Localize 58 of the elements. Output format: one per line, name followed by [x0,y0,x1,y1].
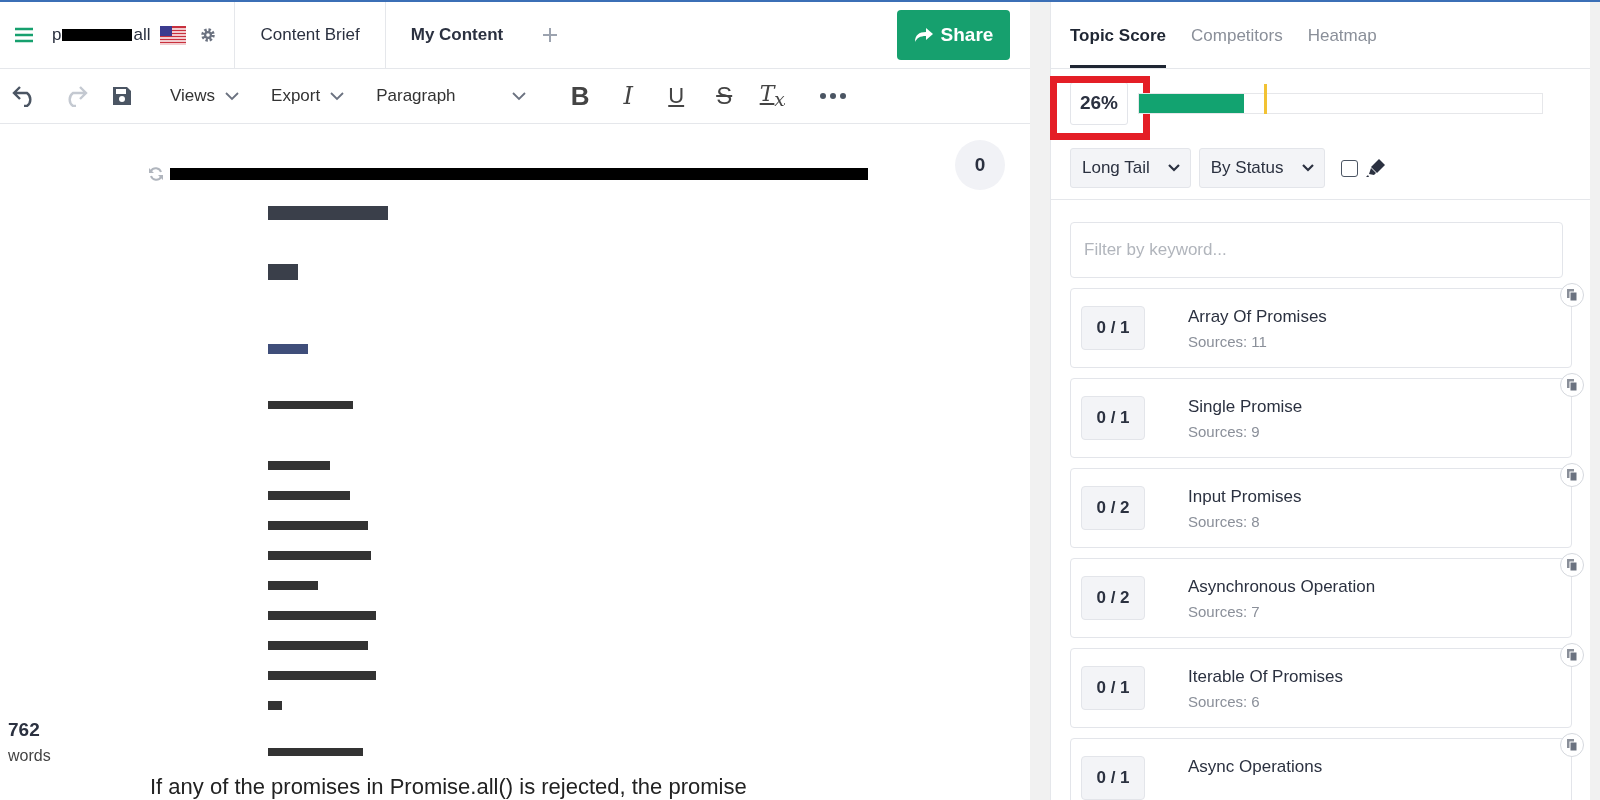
word-count: 762 [8,719,41,741]
keyword-sources: Sources: 8 [1188,513,1260,530]
redaction-bar [62,29,133,41]
add-tab-icon[interactable] [542,27,559,43]
keyword-sources: Sources: 9 [1188,423,1260,440]
underline-button[interactable]: U [652,76,701,116]
keyword-name: Single Promise [1188,397,1303,417]
copy-icon[interactable] [1560,553,1584,577]
chevron-icon [1301,164,1314,172]
document-name: all [133,25,151,45]
marker-icon[interactable] [1365,158,1386,178]
keyword-usage-count: 0 / 1 [1081,396,1145,440]
chevron-icon [512,91,527,101]
keyword-sources: Sources: 11 [1188,333,1267,350]
menu-icon[interactable] [14,27,34,43]
keyword-sources: Sources: 6 [1188,693,1260,710]
chevron-icon [225,91,240,101]
document-name: p [52,25,62,45]
keyword-name: Array Of Promises [1188,307,1327,327]
keyword-usage-count: 0 / 1 [1081,306,1145,350]
keyword-name: Iterable Of Promises [1188,667,1343,687]
editor-tab[interactable]: My Content [385,2,529,68]
chevron-icon [330,91,345,101]
block-format-dropdown[interactable]: Paragraph [376,86,527,106]
comment-count: 0 [955,140,1005,190]
more-icon[interactable] [820,93,847,99]
copy-icon[interactable] [1560,283,1584,307]
toolbar-menu[interactable]: Export [271,86,345,106]
keyword-name: Input Promises [1188,487,1302,507]
keyword-usage-count: 0 / 2 [1081,576,1145,620]
share-icon [913,27,934,43]
copy-icon[interactable] [1560,463,1584,487]
keyword-name: Asynchronous Operation [1188,577,1376,597]
highlight-checkbox[interactable] [1340,159,1358,177]
keyword-sources: Sources: 7 [1188,603,1260,620]
toolbar-menu[interactable]: Views [170,86,240,106]
copy-icon[interactable] [1560,643,1584,667]
settings-icon[interactable] [200,27,217,43]
word-count-label: words [8,747,51,765]
save-icon[interactable] [112,86,132,106]
filter-dropdown[interactable]: Long Tail [1070,148,1191,188]
bold-button[interactable]: B [556,76,605,116]
keyword-usage-count: 0 / 1 [1081,666,1145,710]
filter-dropdown[interactable]: By Status [1198,148,1325,188]
copy-icon[interactable] [1560,373,1584,397]
flag-icon [160,25,187,45]
strike-button[interactable]: S [700,76,749,116]
editor-tab[interactable]: Content Brief [235,2,385,68]
clear-button[interactable]: T$_{x}$ [748,76,797,116]
keyword-name: Async Operations [1188,757,1323,777]
keyword-usage-count: 0 / 1 [1081,756,1145,800]
keyword-usage-count: 0 / 2 [1081,486,1145,530]
italic-button[interactable]: I [604,76,653,116]
chevron-icon [1167,164,1180,172]
panel-tab[interactable]: Topic Score [1070,2,1167,68]
keyword-filter-field[interactable]: Filter by keyword... [1070,222,1563,278]
paragraph-text: If any of the promises in Promise.all() is rejected, the promise [150,774,747,800]
copy-icon[interactable] [1560,733,1584,757]
